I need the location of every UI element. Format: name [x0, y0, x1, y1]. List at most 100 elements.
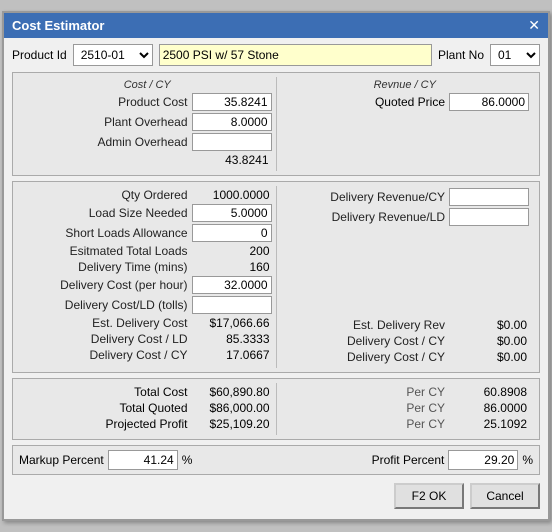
del-cost-cy2-label: Delivery Cost / CY	[315, 334, 445, 348]
est-total-loads-label: Esitmated Total Loads	[58, 244, 188, 258]
markup-profit-row: Markup Percent % Profit Percent %	[12, 445, 540, 475]
top-bar: Product Id 2510-01 Plant No 01	[12, 44, 540, 66]
plant-no-select[interactable]: 01	[490, 44, 540, 66]
delivery-cost-hour-input[interactable]	[192, 276, 272, 294]
window-title: Cost Estimator	[12, 18, 104, 33]
plant-overhead-row: Plant Overhead	[23, 113, 272, 131]
qty-ordered-value: 1000.0000	[192, 188, 272, 202]
delivery-cost-hour-label: Delivery Cost (per hour)	[58, 278, 188, 292]
est-del-rev-label: Est. Delivery Rev	[315, 318, 445, 332]
summary-section: Total Cost $60,890.80 Total Quoted $86,0…	[12, 378, 540, 440]
projected-profit-row: Projected Profit $25,109.20	[23, 417, 272, 431]
summary-right-panel: Per CY 60.8908 Per CY 86.0000 Per CY 25.…	[277, 383, 534, 435]
cost-right-panel: Revnue / CY Quoted Price	[277, 77, 534, 171]
profit-group: Profit Percent %	[372, 450, 533, 470]
qty-ordered-label: Qty Ordered	[58, 188, 188, 202]
load-size-row: Load Size Needed	[23, 204, 272, 222]
markup-label: Markup Percent	[19, 453, 104, 467]
delivery-cost-cy-label: Delivery Cost / CY	[58, 348, 188, 362]
est-delivery-cost-row: Est. Delivery Cost $17,066.66	[23, 316, 272, 330]
product-cost-row: Product Cost	[23, 93, 272, 111]
del-rev-ld-row: Delivery Revenue/LD	[281, 208, 530, 226]
delivery-section: Qty Ordered 1000.0000 Load Size Needed S…	[12, 181, 540, 373]
cancel-button[interactable]: Cancel	[470, 483, 540, 509]
plant-overhead-label: Plant Overhead	[78, 115, 188, 129]
qty-ordered-row: Qty Ordered 1000.0000	[23, 188, 272, 202]
delivery-time-value: 160	[192, 260, 272, 274]
projected-profit-label: Projected Profit	[98, 417, 188, 431]
profit-pct: %	[522, 453, 533, 467]
projected-profit-value: $25,109.20	[192, 417, 272, 431]
delivery-cost-hour-row: Delivery Cost (per hour)	[23, 276, 272, 294]
load-size-label: Load Size Needed	[58, 206, 188, 220]
del-rev-ld-input[interactable]	[449, 208, 529, 226]
admin-overhead-row: Admin Overhead	[23, 133, 272, 151]
ok-button[interactable]: F2 OK	[394, 483, 464, 509]
delivery-cost-ld-label: Delivery Cost / LD	[58, 332, 188, 346]
est-total-loads-row: Esitmated Total Loads 200	[23, 244, 272, 258]
profit-input[interactable]	[448, 450, 518, 470]
est-del-rev-value: $0.00	[449, 318, 529, 332]
markup-pct: %	[182, 453, 193, 467]
total-quoted-row: Total Quoted $86,000.00	[23, 401, 272, 415]
cost-total-value: 43.8241	[192, 153, 272, 167]
cost-left-panel: Cost / CY Product Cost Plant Overhead Ad…	[19, 77, 277, 171]
del-cost-cy3-row: Delivery Cost / CY $0.00	[281, 350, 530, 364]
delivery-cost-cy-value: 17.0667	[192, 348, 272, 362]
load-size-input[interactable]	[192, 204, 272, 222]
delivery-left-panel: Qty Ordered 1000.0000 Load Size Needed S…	[19, 186, 277, 368]
cost-total-row: 43.8241	[23, 153, 272, 167]
button-row: F2 OK Cancel	[12, 481, 540, 511]
est-delivery-cost-value: $17,066.66	[192, 316, 272, 330]
del-rev-cy-label: Delivery Revenue/CY	[315, 190, 445, 204]
total-cost-row: Total Cost $60,890.80	[23, 385, 272, 399]
est-total-loads-value: 200	[192, 244, 272, 258]
title-bar: Cost Estimator ✕	[4, 13, 548, 38]
total-cost-value: $60,890.80	[192, 385, 272, 399]
per-cy-profit-row: Per CY 25.1092	[281, 417, 530, 431]
profit-label: Profit Percent	[372, 453, 445, 467]
del-cost-cy2-row: Delivery Cost / CY $0.00	[281, 334, 530, 348]
per-cy-total-quoted-row: Per CY 86.0000	[281, 401, 530, 415]
delivery-time-label: Delivery Time (mins)	[58, 260, 188, 274]
delivery-right-panel: Delivery Revenue/CY Delivery Revenue/LD …	[277, 186, 534, 368]
total-quoted-label: Total Quoted	[98, 401, 188, 415]
product-id-select[interactable]: 2510-01	[73, 44, 153, 66]
delivery-cost-ld-row: Delivery Cost / LD 85.3333	[23, 332, 272, 346]
admin-overhead-label: Admin Overhead	[78, 135, 188, 149]
del-cost-cy3-value: $0.00	[449, 350, 529, 364]
total-quoted-value: $86,000.00	[192, 401, 272, 415]
short-loads-row: Short Loads Allowance	[23, 224, 272, 242]
plant-overhead-input[interactable]	[192, 113, 272, 131]
delivery-cost-cy-row: Delivery Cost / CY 17.0667	[23, 348, 272, 362]
cost-estimator-window: Cost Estimator ✕ Product Id 2510-01 Plan…	[2, 11, 550, 521]
per-cy-total-quoted-per-label: Per CY	[406, 401, 445, 415]
description-input[interactable]	[159, 44, 432, 66]
short-loads-input[interactable]	[192, 224, 272, 242]
est-delivery-cost-label: Est. Delivery Cost	[58, 316, 188, 330]
del-rev-cy-input[interactable]	[449, 188, 529, 206]
close-button[interactable]: ✕	[528, 17, 540, 34]
markup-input[interactable]	[108, 450, 178, 470]
total-cost-label: Total Cost	[98, 385, 188, 399]
per-cy-total-cost-per-label: Per CY	[406, 385, 445, 399]
product-cost-label: Product Cost	[78, 95, 188, 109]
quoted-price-input[interactable]	[449, 93, 529, 111]
rev-header: Revnue / CY	[281, 79, 530, 91]
per-cy-total-cost-row: Per CY 60.8908	[281, 385, 530, 399]
delivery-time-row: Delivery Time (mins) 160	[23, 260, 272, 274]
delivery-cost-ld-tolls-input[interactable]	[192, 296, 272, 314]
markup-group: Markup Percent %	[19, 450, 192, 470]
est-del-rev-row: Est. Delivery Rev $0.00	[281, 318, 530, 332]
admin-overhead-input[interactable]	[192, 133, 272, 151]
short-loads-label: Short Loads Allowance	[58, 226, 188, 240]
product-id-label: Product Id	[12, 48, 67, 62]
cost-header: Cost / CY	[23, 79, 272, 91]
delivery-cost-ld-tolls-row: Delivery Cost/LD (tolls)	[23, 296, 272, 314]
del-cost-cy3-label: Delivery Cost / CY	[315, 350, 445, 364]
per-cy-total-cost-value: 60.8908	[449, 385, 529, 399]
del-rev-cy-row: Delivery Revenue/CY	[281, 188, 530, 206]
plant-no-label: Plant No	[438, 48, 484, 62]
quoted-price-label: Quoted Price	[365, 95, 445, 109]
product-cost-input[interactable]	[192, 93, 272, 111]
